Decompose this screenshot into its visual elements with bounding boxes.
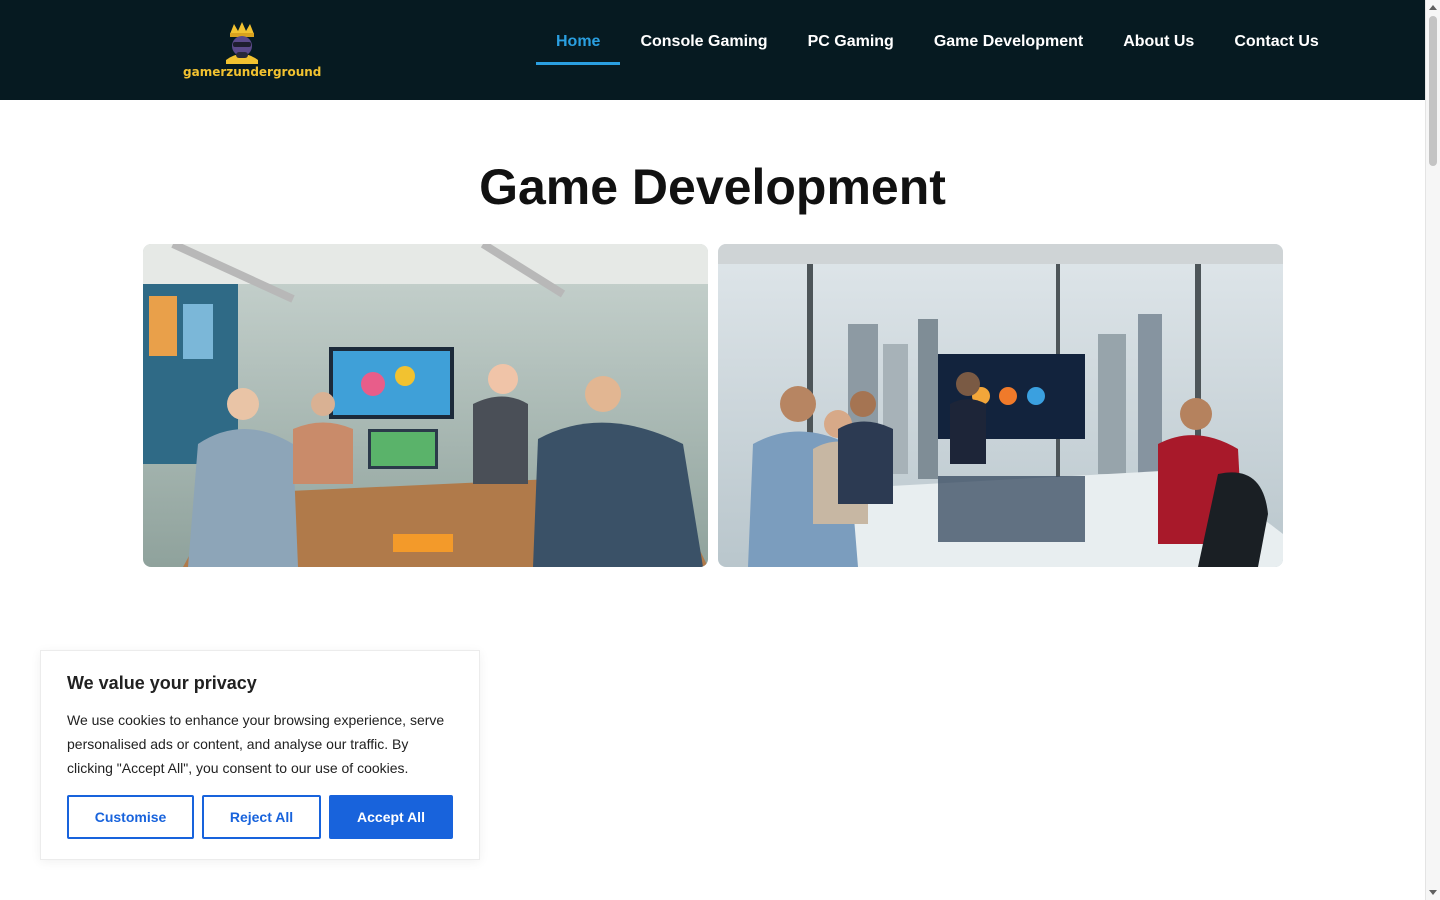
- page-scrollbar[interactable]: [1425, 0, 1440, 900]
- corporate-gaming-presentation-photo: [718, 244, 1283, 567]
- nav-pc-gaming[interactable]: PC Gaming: [788, 0, 914, 100]
- cookie-banner-text: We use cookies to enhance your browsing …: [67, 712, 445, 776]
- nav-home[interactable]: Home: [536, 0, 621, 100]
- cookie-consent-banner: We value your privacy We use cookies to …: [40, 650, 480, 860]
- scroll-down-arrow-icon[interactable]: [1429, 890, 1437, 895]
- nav-about-us[interactable]: About Us: [1103, 0, 1214, 100]
- nav-console-gaming[interactable]: Console Gaming: [620, 0, 787, 100]
- site-logo[interactable]: gamerzunderground: [180, 18, 322, 84]
- page-title: Game Development: [479, 159, 946, 215]
- nav-game-development-label: Game Development: [933, 33, 1084, 50]
- cookie-banner-title: We value your privacy: [67, 673, 257, 693]
- nav-contact-us-label: Contact Us: [1234, 33, 1319, 50]
- main-navigation: Home Console Gaming PC Gaming Game Devel…: [536, 0, 1339, 100]
- crowned-gamer-mascot-icon: [226, 22, 258, 64]
- nav-about-us-label: About Us: [1123, 33, 1195, 50]
- customise-button[interactable]: Customise: [67, 795, 194, 839]
- game-studio-team-meeting-photo: [143, 244, 708, 567]
- nav-console-gaming-label: Console Gaming: [640, 33, 768, 50]
- scrollbar-thumb[interactable]: [1429, 16, 1437, 166]
- nav-pc-gaming-label: PC Gaming: [807, 33, 894, 50]
- reject-all-button[interactable]: Reject All: [202, 795, 321, 839]
- scroll-up-arrow-icon[interactable]: [1429, 5, 1437, 10]
- logo-wordmark: gamerzunderground: [183, 65, 322, 79]
- site-header: gamerzunderground Home Console Gaming PC…: [0, 0, 1425, 100]
- nav-home-label: Home: [556, 33, 601, 50]
- nav-contact-us[interactable]: Contact Us: [1214, 0, 1338, 100]
- nav-game-development[interactable]: Game Development: [914, 0, 1103, 100]
- accept-all-button[interactable]: Accept All: [329, 795, 453, 839]
